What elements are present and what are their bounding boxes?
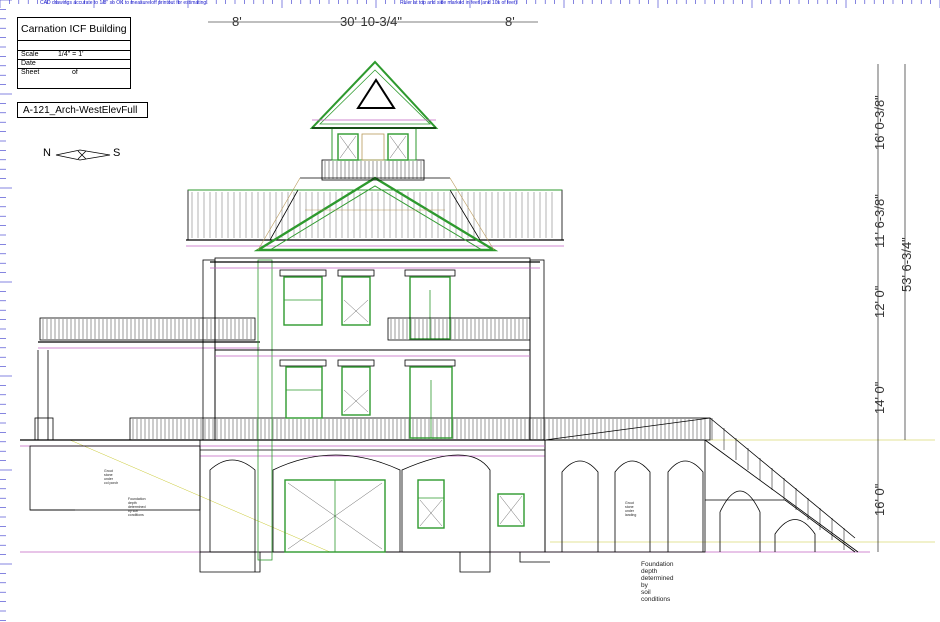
- dim-right-1: 16' 0-3/8": [872, 95, 887, 150]
- elevation-drawing: 8' 30' 10-3/4" 8' 16' 0-3/8" 11' 6-3/8" …: [20, 14, 935, 603]
- date-row: Date: [18, 60, 130, 69]
- svg-text:Foundation: Foundation: [641, 561, 674, 568]
- dim-top-right: 8': [505, 14, 515, 29]
- compass-south: S: [113, 147, 121, 159]
- svg-text:conditions: conditions: [128, 513, 144, 517]
- svg-text:by: by: [641, 582, 649, 589]
- grout-note-right: Grout stone under landing: [625, 501, 636, 517]
- dim-right-4: 14' 0": [872, 381, 887, 414]
- dim-top-middle: 30' 10-3/4": [340, 14, 402, 29]
- compass-arrow-icon: [55, 149, 111, 161]
- dim-right-3: 12' 0": [872, 285, 887, 318]
- sheet-name: A-121_Arch-WestElevFull: [17, 102, 148, 118]
- svg-text:soil: soil: [641, 589, 651, 596]
- svg-text:conditions: conditions: [641, 596, 671, 603]
- svg-text:determined: determined: [641, 575, 674, 582]
- project-title: Carnation ICF Building: [18, 18, 130, 41]
- foundation-note: Foundation depth determined by soil cond…: [641, 561, 674, 603]
- dim-top-left: 8': [232, 14, 242, 29]
- grout-note-left: Grout stone under col porch: [104, 469, 118, 485]
- sheet-row: Sheet of: [21, 69, 78, 76]
- dim-right-total: 53' 6-3/4": [899, 237, 914, 292]
- dim-right-5: 16' 0": [872, 483, 887, 516]
- scale-value: 1/4" = 1': [58, 51, 84, 58]
- dim-right-2: 11' 6-3/8": [872, 194, 887, 248]
- compass-north: N: [43, 147, 51, 159]
- svg-text:landing: landing: [625, 513, 636, 517]
- title-block: Carnation ICF Building Scale 1/4" = 1' D…: [17, 17, 131, 89]
- scale-row: Scale 1/4" = 1': [18, 51, 130, 60]
- foundation-note-left: Foundation depth determined by soil cond…: [128, 497, 146, 517]
- title-block-blank: [18, 41, 130, 51]
- svg-text:col porch: col porch: [104, 481, 118, 485]
- svg-text:depth: depth: [641, 568, 658, 575]
